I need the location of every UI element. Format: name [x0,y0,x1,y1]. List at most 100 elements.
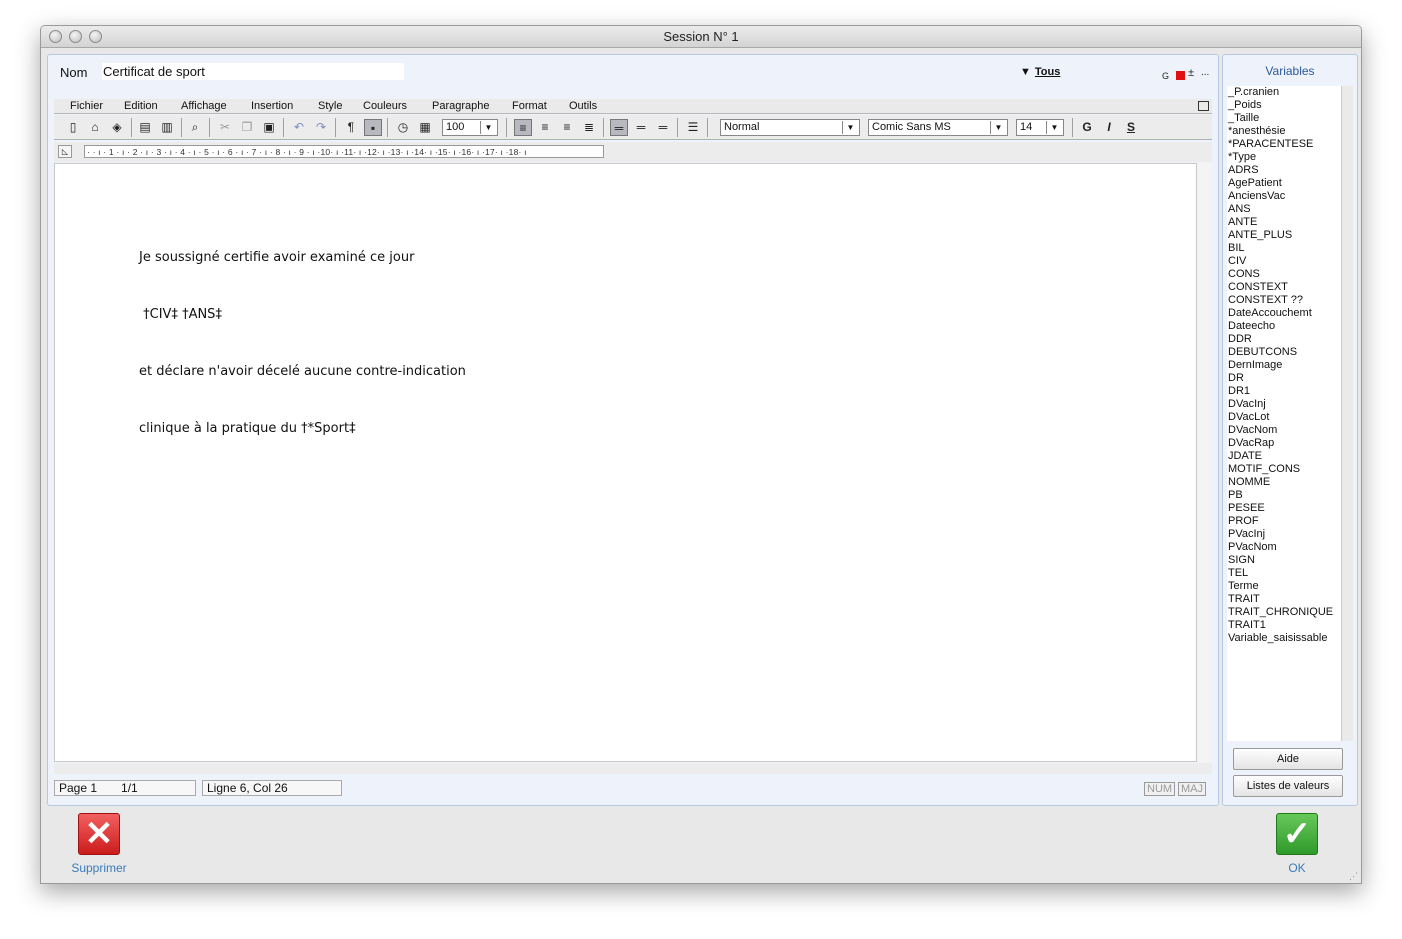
variable-item[interactable]: CONSTEXT ?? [1227,294,1341,307]
menu-fichier[interactable]: Fichier [70,99,103,114]
italic-button[interactable]: I [1100,119,1118,136]
title-bar[interactable]: Session N° 1 [41,26,1361,48]
print-preview-icon[interactable]: ▤ [136,119,154,136]
font-select[interactable]: Comic Sans MS ▼ [868,119,1008,136]
menu-insertion[interactable]: Insertion [251,99,293,114]
ok-button[interactable]: ✓ OK [1267,813,1327,875]
menu-format[interactable]: Format [512,99,547,114]
print-icon[interactable]: ▥ [158,119,176,136]
variable-item[interactable]: DEBUTCONS [1227,346,1341,359]
variable-item[interactable]: ANTE_PLUS [1227,229,1341,242]
variable-item[interactable]: DVacRap [1227,437,1341,450]
variable-item[interactable]: _Taille [1227,112,1341,125]
variable-item[interactable]: PVacNom [1227,541,1341,554]
detach-toolbar-icon[interactable] [1198,101,1209,111]
new-document-icon[interactable]: ▯ [64,119,82,136]
paste-icon[interactable]: ▣ [260,119,278,136]
line-spacing-single-icon[interactable]: ═ [610,119,628,136]
variable-item[interactable]: DVacLot [1227,411,1341,424]
variable-item[interactable]: *Type [1227,151,1341,164]
show-fields-icon[interactable]: ▪ [364,119,382,136]
variable-item[interactable]: TRAIT1 [1227,619,1341,632]
variables-scrollbar[interactable] [1341,86,1353,741]
variable-item[interactable]: CIV [1227,255,1341,268]
align-left-icon[interactable]: ≡ [514,119,532,136]
variable-item[interactable]: AnciensVac [1227,190,1341,203]
variable-item[interactable]: DR1 [1227,385,1341,398]
line-spacing-double-icon[interactable]: ═ [654,119,672,136]
g-marker[interactable]: G [1162,71,1169,81]
filter-dropdown[interactable]: ▼ Tous [1020,66,1060,78]
vertical-scrollbar[interactable] [1198,163,1212,762]
variable-item[interactable]: DVacInj [1227,398,1341,411]
help-button[interactable]: Aide [1233,748,1343,770]
clock-icon[interactable]: ◷ [394,119,412,136]
document-body[interactable]: Je soussigné certifie avoir examiné ce j… [139,210,466,476]
line-spacing-half-icon[interactable]: ═ [632,119,650,136]
paragraph-style-select[interactable]: Normal ▼ [720,119,860,136]
horizontal-scrollbar[interactable] [54,763,1212,774]
align-justify-icon[interactable]: ≣ [580,119,598,136]
variable-item[interactable]: PESEE [1227,502,1341,515]
ruler[interactable]: · · ı · 1 · ı · 2 · ı · 3 · ı · 4 · ı · … [84,145,604,158]
tab-stop-selector-icon[interactable]: ◺ [58,145,72,158]
variable-item[interactable]: Terme [1227,580,1341,593]
menu-couleurs[interactable]: Couleurs [363,99,407,114]
delete-button[interactable]: ✕ Supprimer [63,813,135,875]
variable-item[interactable]: DateAccouchemt [1227,307,1341,320]
variable-item[interactable]: _Poids [1227,99,1341,112]
minimize-window-icon[interactable] [69,30,82,43]
menu-edition[interactable]: Edition [124,99,158,114]
zoom-window-icon[interactable] [89,30,102,43]
variable-item[interactable]: _P.cranien [1227,86,1341,99]
variable-item[interactable]: ANS [1227,203,1341,216]
cut-icon[interactable]: ✂ [216,119,234,136]
variable-item[interactable]: PB [1227,489,1341,502]
variable-item[interactable]: ADRS [1227,164,1341,177]
variable-item[interactable]: DR [1227,372,1341,385]
variable-item[interactable]: DVacNom [1227,424,1341,437]
variable-item[interactable]: PVacInj [1227,528,1341,541]
variable-item[interactable]: PROF [1227,515,1341,528]
save-icon[interactable]: ◈ [108,119,126,136]
variables-list[interactable]: _P.cranien _Poids _Taille *anesthésie *PARAC… [1227,86,1341,741]
variable-item[interactable]: *anesthésie [1227,125,1341,138]
more-button[interactable]: ... [1201,67,1209,78]
calendar-icon[interactable]: ▦ [416,119,434,136]
red-color-swatch-icon[interactable] [1176,71,1185,80]
redo-icon[interactable]: ↷ [312,119,330,136]
menu-paragraphe[interactable]: Paragraphe [432,99,490,114]
variable-item[interactable]: CONSTEXT [1227,281,1341,294]
bullet-list-icon[interactable]: ☰ [684,119,702,136]
align-center-icon[interactable]: ≡ [536,119,554,136]
variable-item[interactable]: TRAIT_CHRONIQUE [1227,606,1341,619]
variable-item[interactable]: BIL [1227,242,1341,255]
variable-item[interactable]: CONS [1227,268,1341,281]
variable-item[interactable]: Dateecho [1227,320,1341,333]
align-right-icon[interactable]: ≡ [558,119,576,136]
menu-outils[interactable]: Outils [569,99,597,114]
variable-item[interactable]: AgePatient [1227,177,1341,190]
pilcrow-icon[interactable]: ¶ [342,119,360,136]
font-size-select[interactable]: 14 ▼ [1016,119,1064,136]
variable-item[interactable]: MOTIF_CONS [1227,463,1341,476]
find-icon[interactable]: ⌕ [186,119,204,136]
value-lists-button[interactable]: Listes de valeurs [1233,775,1343,797]
document-editor[interactable]: Je soussigné certifie avoir examiné ce j… [54,163,1197,762]
variable-item[interactable]: Variable_saisissable [1227,632,1341,645]
close-window-icon[interactable] [49,30,62,43]
bold-button[interactable]: G [1078,119,1096,136]
variable-item[interactable]: SIGN [1227,554,1341,567]
plus-minus-button[interactable]: ± [1188,67,1194,79]
copy-icon[interactable]: ❐ [238,119,256,136]
variable-item[interactable]: ANTE [1227,216,1341,229]
menu-affichage[interactable]: Affichage [181,99,227,114]
resize-grip-icon[interactable]: ⋰ [1349,871,1359,881]
nom-input[interactable] [102,63,404,80]
variable-item[interactable]: NOMME [1227,476,1341,489]
menu-style[interactable]: Style [318,99,342,114]
variable-item[interactable]: TEL [1227,567,1341,580]
zoom-select[interactable]: 100 ▼ [442,119,498,136]
open-folder-icon[interactable]: ⌂ [86,119,104,136]
variable-item[interactable]: TRAIT [1227,593,1341,606]
